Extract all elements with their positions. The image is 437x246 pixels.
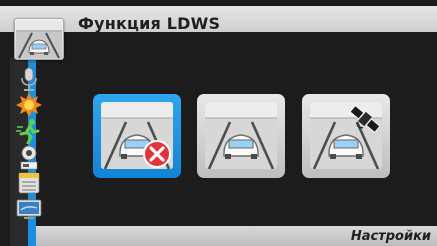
settings-label: Настройки: [350, 229, 431, 244]
brightness-icon[interactable]: [15, 92, 43, 118]
microphone-icon[interactable]: [15, 66, 43, 92]
battery-icon[interactable]: [15, 144, 43, 170]
lane-car-off-icon: [101, 102, 173, 169]
page-title: Функция LDWS: [78, 14, 221, 33]
ldws-on-option[interactable]: [197, 94, 285, 178]
lane-car-icon: [14, 18, 64, 60]
footer-bar: Настройки: [36, 226, 437, 246]
header-bar: Функция LDWS: [0, 6, 437, 33]
ldws-off-option[interactable]: [93, 94, 181, 178]
ldws-gps-option[interactable]: [302, 94, 390, 178]
motion-runner-icon[interactable]: [15, 118, 43, 144]
ldws-settings-screen: Функция LDWS Настройки: [0, 0, 437, 246]
monitor-icon[interactable]: [15, 196, 43, 222]
memory-card-icon[interactable]: [15, 170, 43, 196]
lane-car-icon: [205, 102, 277, 169]
lane-car-gps-icon: [310, 102, 382, 169]
